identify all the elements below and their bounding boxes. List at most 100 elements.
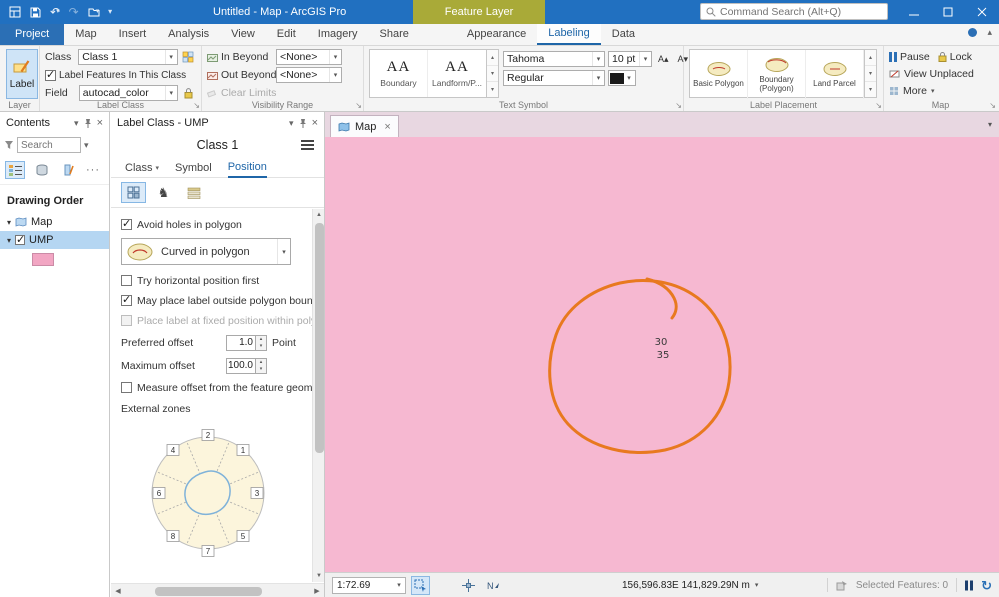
pane-menu-icon[interactable]: ▾ bbox=[74, 118, 79, 128]
open-project-icon[interactable]: ▾ bbox=[88, 0, 99, 24]
maximize-button[interactable] bbox=[931, 0, 965, 24]
contents-search-input[interactable] bbox=[17, 137, 81, 153]
tab-project[interactable]: Project bbox=[0, 24, 65, 45]
pin-icon[interactable] bbox=[84, 118, 92, 128]
expression-button[interactable] bbox=[181, 85, 196, 101]
gallery-more-icon[interactable]: ▾ bbox=[487, 82, 498, 97]
collapse-ribbon-icon[interactable]: ▴ bbox=[987, 27, 992, 38]
in-beyond-combo[interactable]: <None> ▾ bbox=[276, 49, 342, 65]
tab-analysis[interactable]: Analysis bbox=[157, 24, 220, 45]
may-place-outside-checkbox[interactable] bbox=[121, 293, 132, 306]
scroll-right-icon[interactable]: ▶ bbox=[310, 587, 324, 595]
tab-class[interactable]: Class ▾ bbox=[125, 162, 159, 177]
gallery-down-icon[interactable]: ▾ bbox=[487, 66, 498, 82]
zone-number[interactable]: 8 bbox=[171, 532, 176, 541]
tab-overflow-icon[interactable]: ▾ bbox=[988, 120, 992, 129]
undo-icon[interactable]: ↶ ▾ bbox=[50, 0, 60, 24]
tab-appearance[interactable]: Appearance bbox=[456, 24, 537, 45]
notification-icon[interactable] bbox=[967, 27, 978, 38]
close-tab-icon[interactable]: × bbox=[384, 121, 390, 133]
scrollbar-thumb[interactable] bbox=[314, 223, 324, 453]
font-style-combo[interactable]: Regular ▾ bbox=[503, 70, 605, 86]
clear-limits-button[interactable]: Clear Limits bbox=[221, 87, 276, 99]
map-dialog-launcher[interactable]: ↘ bbox=[989, 102, 996, 110]
label-features-checkbox[interactable] bbox=[45, 68, 56, 81]
tab-symbol[interactable]: Symbol bbox=[175, 162, 212, 177]
scroll-down-icon[interactable]: ▼ bbox=[313, 570, 325, 582]
view-unplaced-button[interactable]: View Unplaced bbox=[889, 66, 992, 81]
tab-share[interactable]: Share bbox=[369, 24, 420, 45]
pin-icon[interactable] bbox=[299, 118, 307, 128]
horizontal-scrollbar[interactable]: ◀ ▶ bbox=[111, 583, 324, 597]
maximum-offset-input[interactable] bbox=[226, 357, 256, 374]
label-class-options-button[interactable] bbox=[181, 49, 196, 65]
more-tools-icon[interactable]: ··· bbox=[86, 164, 100, 176]
list-by-drawing-order-button[interactable] bbox=[5, 161, 25, 179]
north-tool-button[interactable]: N bbox=[483, 576, 502, 595]
tab-labeling[interactable]: Labeling bbox=[537, 24, 601, 45]
tab-map[interactable]: Map bbox=[64, 24, 107, 45]
refresh-icon[interactable]: ↻ bbox=[981, 579, 992, 592]
gallery-up-icon[interactable]: ▴ bbox=[487, 50, 498, 66]
visibility-dialog-launcher[interactable]: ↘ bbox=[355, 102, 362, 110]
measure-offset-checkbox[interactable] bbox=[121, 382, 132, 393]
zone-number[interactable]: 2 bbox=[206, 431, 211, 440]
font-combo[interactable]: Tahoma ▾ bbox=[503, 51, 605, 67]
zone-number[interactable]: 5 bbox=[241, 532, 246, 541]
menu-icon[interactable] bbox=[301, 140, 314, 150]
external-zones-diagram[interactable]: 2 1 3 5 7 8 6 4 bbox=[133, 419, 283, 561]
expand-icon[interactable]: ▾ bbox=[7, 236, 11, 245]
placement-item-basic-polygon[interactable]: Basic Polygon bbox=[690, 50, 748, 99]
class-combo[interactable]: Class 1 ▾ bbox=[78, 49, 178, 65]
expand-icon[interactable]: ▾ bbox=[7, 218, 11, 227]
position-placement-subtab[interactable] bbox=[121, 182, 146, 203]
position-leader-subtab[interactable] bbox=[181, 182, 206, 203]
tree-item-ump[interactable]: ▾ UMP bbox=[0, 231, 109, 249]
out-beyond-combo[interactable]: <None> ▾ bbox=[276, 67, 342, 83]
spinner[interactable]: ▴ ▾ bbox=[256, 357, 267, 374]
tab-data[interactable]: Data bbox=[601, 24, 646, 45]
list-by-data-source-button[interactable] bbox=[32, 161, 52, 179]
command-search[interactable] bbox=[700, 3, 888, 20]
layer-symbol-swatch[interactable] bbox=[32, 253, 54, 266]
save-icon[interactable] bbox=[30, 7, 41, 18]
text-symbol-item-boundary[interactable]: AA Boundary bbox=[370, 50, 428, 97]
placement-style-combo[interactable]: Curved in polygon ▾ bbox=[121, 238, 291, 265]
gallery-up-icon[interactable]: ▴ bbox=[865, 50, 876, 66]
selected-features-count[interactable]: Selected Features: 0 bbox=[856, 580, 948, 591]
scroll-left-icon[interactable]: ◀ bbox=[111, 587, 125, 595]
vertical-scrollbar[interactable]: ▲ ▼ bbox=[312, 209, 324, 582]
avoid-holes-checkbox[interactable] bbox=[121, 217, 132, 230]
minimize-button[interactable] bbox=[897, 0, 931, 24]
spin-up-icon[interactable]: ▴ bbox=[256, 336, 266, 343]
snapping-tool-button[interactable] bbox=[459, 576, 478, 595]
undo-dropdown-icon[interactable]: ▾ bbox=[56, 0, 60, 24]
pause-labeling-button[interactable]: Pause bbox=[889, 51, 930, 63]
scroll-up-icon[interactable]: ▲ bbox=[313, 209, 325, 221]
map-view-tab[interactable]: Map × bbox=[330, 115, 399, 137]
tab-view[interactable]: View bbox=[220, 24, 266, 45]
tab-imagery[interactable]: Imagery bbox=[307, 24, 369, 45]
position-conflict-subtab[interactable]: ♞ bbox=[151, 182, 176, 203]
spin-down-icon[interactable]: ▾ bbox=[256, 343, 266, 350]
field-combo[interactable]: autocad_color ▾ bbox=[78, 85, 178, 101]
text-symbol-item-landform[interactable]: AA Landform/P... bbox=[428, 50, 486, 97]
placement-item-boundary-polygon[interactable]: Boundary (Polygon) bbox=[748, 50, 806, 99]
zone-number[interactable]: 3 bbox=[255, 489, 260, 498]
redo-icon[interactable]: ↷ bbox=[69, 0, 79, 24]
preferred-offset-input[interactable] bbox=[226, 334, 256, 351]
spinner[interactable]: ▴ ▾ bbox=[256, 334, 267, 351]
tab-edit[interactable]: Edit bbox=[266, 24, 307, 45]
app-icon[interactable] bbox=[9, 6, 21, 18]
placement-item-land-parcel[interactable]: Land Parcel bbox=[806, 50, 864, 99]
map-canvas[interactable]: 30 35 bbox=[325, 137, 999, 572]
placement-dialog-launcher[interactable]: ↘ bbox=[875, 102, 882, 110]
fixed-position-checkbox[interactable] bbox=[121, 315, 132, 326]
label-toggle-button[interactable]: Label bbox=[6, 49, 38, 99]
zone-number[interactable]: 6 bbox=[157, 489, 162, 498]
gallery-down-icon[interactable]: ▾ bbox=[865, 66, 876, 82]
tree-item-map[interactable]: ▾ Map bbox=[0, 213, 109, 231]
customize-toolbar-icon[interactable]: ▾ bbox=[108, 0, 112, 24]
text-symbol-dialog-launcher[interactable]: ↘ bbox=[675, 102, 682, 110]
zone-number[interactable]: 7 bbox=[206, 547, 211, 556]
